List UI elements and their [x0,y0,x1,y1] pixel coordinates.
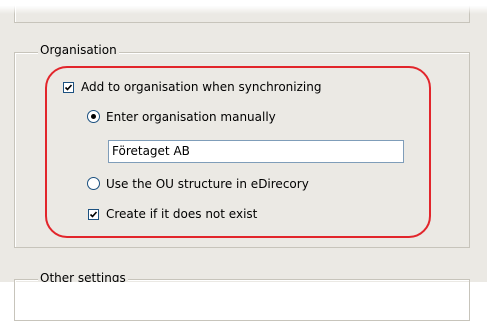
other-settings-groupbox [14,279,470,321]
highlight-annotation [45,66,431,238]
organisation-groupbox-title: Organisation [38,43,119,57]
top-fade [0,0,487,14]
other-settings-groupbox-title: Other settings [38,271,128,282]
